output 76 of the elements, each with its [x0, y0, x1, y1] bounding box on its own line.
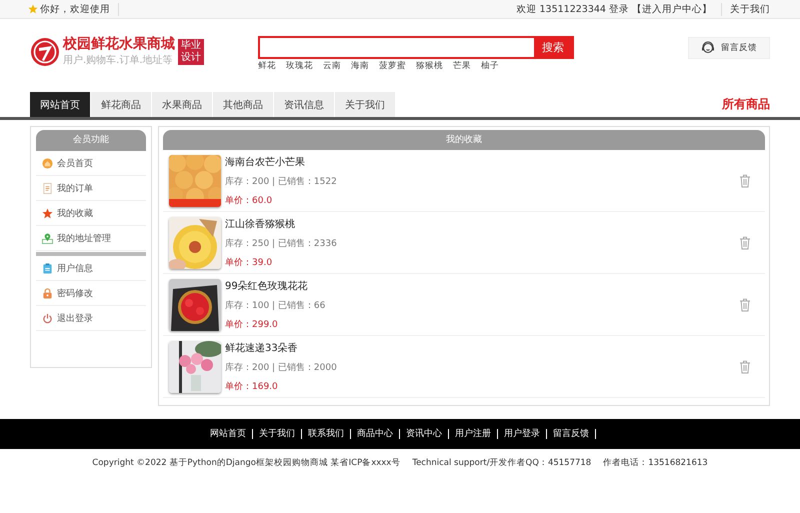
- hot-word-link[interactable]: 云南: [323, 60, 341, 72]
- stock-text: 库存：200 | 已销售：2000: [225, 362, 338, 374]
- home-icon: [42, 158, 53, 168]
- nav-tab[interactable]: 资讯信息: [274, 92, 334, 117]
- sidebar-item[interactable]: 密码修改: [36, 281, 146, 306]
- price-text: 单价：60.0: [225, 194, 274, 206]
- price-text: 单价：299.0: [225, 318, 279, 330]
- sidebar-item-label: 用户信息: [57, 262, 93, 274]
- all-products-link[interactable]: 所有商品: [722, 96, 770, 113]
- site-subtitle: 用户.购物车.订单.地址等: [63, 54, 174, 67]
- sidebar-item[interactable]: 我的订单: [36, 176, 146, 201]
- nav-tab[interactable]: 水果商品: [152, 92, 212, 117]
- product-name[interactable]: 鲜花速递33朵香: [225, 340, 739, 354]
- footer-link[interactable]: 留言反馈: [547, 429, 596, 439]
- power-icon: [42, 312, 53, 324]
- about-link[interactable]: 关于我们: [721, 2, 770, 16]
- welcome-text: 欢迎 13511223344 登录: [516, 2, 629, 16]
- hot-word-link[interactable]: 海南: [351, 60, 369, 72]
- footer-link[interactable]: 资讯中心: [400, 429, 449, 439]
- price-text: 单价：39.0: [225, 256, 274, 268]
- footer-link[interactable]: 联系我们: [302, 429, 351, 439]
- nav-tab[interactable]: 其他商品: [213, 92, 273, 117]
- nav-tab[interactable]: 关于我们: [335, 92, 395, 117]
- star-icon: [28, 4, 38, 14]
- sidebar-header: 会员功能: [36, 130, 146, 151]
- sidebar-item-label: 会员首页: [57, 158, 93, 170]
- favorites-header: 我的收藏: [163, 130, 765, 150]
- sidebar-item-label: 我的订单: [57, 182, 93, 194]
- user-center-link[interactable]: 【进入用户中心】: [632, 2, 712, 16]
- delete-icon[interactable]: [739, 174, 751, 188]
- hot-word-link[interactable]: 芒果: [453, 60, 471, 72]
- nav-tab[interactable]: 鲜花商品: [91, 92, 151, 117]
- site-title: 校园鲜花水果商城: [63, 36, 175, 53]
- delete-icon[interactable]: [739, 298, 751, 312]
- stock-text: 库存：200 | 已销售：1522: [225, 176, 338, 188]
- lock-icon: [42, 288, 53, 298]
- sidebar-item[interactable]: 我的收藏: [36, 201, 146, 226]
- price-text: 单价：169.0: [225, 380, 279, 392]
- product-name[interactable]: 99朵红色玫瑰花花: [225, 278, 739, 292]
- phone-text: 作者电话：13516821613: [603, 457, 708, 469]
- clipboard-icon: [42, 262, 53, 274]
- product-name[interactable]: 江山徐香猕猴桃: [225, 216, 739, 230]
- hot-word-link[interactable]: 鲜花: [258, 60, 276, 72]
- greeting-text: 你好，欢迎使用: [40, 2, 110, 16]
- product-name[interactable]: 海南台农芒小芒果: [225, 154, 739, 168]
- map-pin-icon: [42, 232, 53, 244]
- logo-icon: [30, 36, 60, 66]
- nav-tab[interactable]: 网站首页: [30, 92, 90, 117]
- support-text: Technical support/开发作者QQ：45157718: [412, 457, 592, 469]
- stock-text: 库存：100 | 已销售：66: [225, 300, 326, 312]
- stock-text: 库存：250 | 已销售：2336: [225, 238, 338, 250]
- footer-link[interactable]: 关于我们: [253, 429, 302, 439]
- sidebar-item-label: 我的地址管理: [57, 232, 111, 244]
- hot-word-link[interactable]: 菠萝蜜: [379, 60, 406, 72]
- copyright-text: Copyright ©2022 基于Python的Django框架校园购物商城 某省ICP备xxxx号: [92, 457, 400, 469]
- sidebar-item-label: 我的收藏: [57, 208, 93, 220]
- headset-icon: [701, 41, 715, 55]
- sidebar-item[interactable]: 退出登录: [36, 306, 146, 331]
- hot-word-link[interactable]: 玫瑰花: [286, 60, 313, 72]
- document-icon: [42, 182, 53, 194]
- feedback-button[interactable]: 留言反馈: [688, 37, 770, 59]
- footer-link[interactable]: 用户注册: [449, 429, 498, 439]
- sidebar-item[interactable]: 用户信息: [36, 256, 146, 281]
- project-badge: 毕业 设计: [178, 38, 204, 64]
- delete-icon[interactable]: [739, 360, 751, 374]
- sidebar-item[interactable]: 会员首页: [36, 151, 146, 176]
- sidebar-item[interactable]: 我的地址管理: [36, 226, 146, 251]
- star-icon: [42, 208, 53, 218]
- footer-link[interactable]: 用户登录: [498, 429, 547, 439]
- footer-link[interactable]: 网站首页: [204, 429, 253, 439]
- sidebar-item-label: 退出登录: [57, 312, 93, 324]
- sidebar-item-label: 密码修改: [57, 288, 93, 300]
- footer-link[interactable]: 商品中心: [351, 429, 400, 439]
- hot-word-link[interactable]: 猕猴桃: [416, 60, 443, 72]
- delete-icon[interactable]: [739, 236, 751, 250]
- hot-word-link[interactable]: 柚子: [481, 60, 499, 72]
